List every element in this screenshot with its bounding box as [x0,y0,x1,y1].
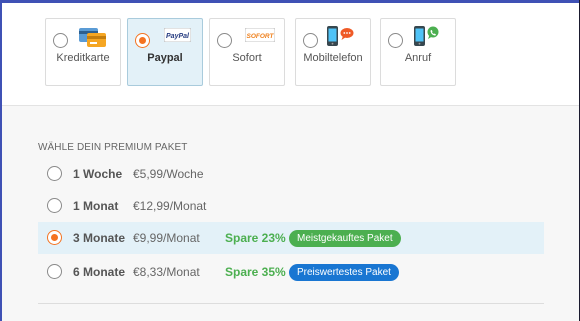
best-value-badge: Preiswertestes Paket [289,264,399,281]
package-row-6-monate[interactable]: 6 Monate €8,33/Monat Spare 35% Preiswert… [38,256,544,288]
premium-package-section: WÄHLE DEIN PREMIUM PAKET 1 Woche €5,99/W… [2,106,579,321]
radio-paypal[interactable] [135,33,150,48]
payment-method-sofort[interactable]: SOFORT Sofort [209,18,285,86]
package-price: €9,99/Monat [133,231,200,245]
sofort-logo: SOFORT [244,27,276,47]
radio-kreditkarte[interactable] [53,33,68,48]
section-title: WÄHLE DEIN PREMIUM PAKET [38,142,188,153]
bestseller-badge: Meistgekauftes Paket [289,230,401,247]
package-duration: 1 Monat [73,199,119,213]
package-price: €8,33/Monat [133,265,200,279]
radio-1-monat[interactable] [47,198,62,213]
payment-method-label: Mobiltelefon [303,52,363,64]
radio-1-woche[interactable] [47,166,62,181]
section-divider [38,303,544,304]
package-price: €12,99/Monat [133,199,207,213]
payment-method-paypal[interactable]: PayPal Paypal [127,18,203,86]
paypal-logo: PayPal [163,27,192,47]
package-row-3-monate[interactable]: 3 Monate €9,99/Monat Spare 23% Meistgeka… [38,222,544,254]
payment-method-mobiltelefon[interactable]: Mobiltelefon [295,18,371,86]
payment-method-anruf[interactable]: Anruf [380,18,456,86]
mobile-sms-icon [326,25,354,52]
savings-label: Spare 23% [225,231,286,245]
payment-method-label: Kreditkarte [56,52,110,64]
package-price: €5,99/Woche [133,167,204,181]
package-duration: 1 Woche [73,167,123,181]
package-row-1-monat[interactable]: 1 Monat €12,99/Monat [38,190,544,222]
radio-mobiltelefon[interactable] [303,33,318,48]
radio-6-monate[interactable] [47,264,62,279]
package-duration: 3 Monate [73,231,126,245]
sofort-logo-text: SOFORT [247,33,275,40]
payment-method-selector: Kreditkarte PayPal Paypal SOFORT Sofort [2,3,579,106]
radio-3-monate[interactable] [47,230,62,245]
payment-method-label: Sofort [232,52,262,64]
radio-anruf[interactable] [388,33,403,48]
radio-sofort[interactable] [217,33,232,48]
paypal-logo-text: PayPal [166,33,190,40]
payment-method-label: Paypal [147,52,183,64]
package-duration: 6 Monate [73,265,126,279]
payment-method-label: Anruf [404,52,432,64]
credit-card-icon [79,28,107,53]
mobile-call-icon [413,25,441,52]
payment-method-kreditkarte[interactable]: Kreditkarte [45,18,121,86]
savings-label: Spare 35% [225,265,286,279]
package-row-1-woche[interactable]: 1 Woche €5,99/Woche [38,158,544,190]
